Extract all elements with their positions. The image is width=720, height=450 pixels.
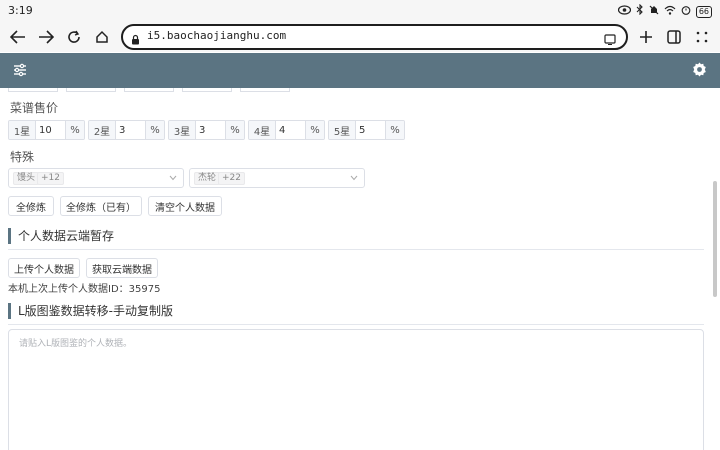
browser-toolbar: i5.baochaojianghu.com bbox=[0, 22, 720, 52]
new-tab-icon[interactable] bbox=[634, 25, 658, 49]
full-train-button[interactable]: 全修炼 bbox=[8, 196, 54, 216]
special-selects: 馒头 +12 杰轮 +22 bbox=[8, 168, 365, 188]
star-1-suffix: % bbox=[65, 121, 84, 139]
alarm-icon bbox=[681, 5, 691, 19]
star-3-suffix: % bbox=[225, 121, 244, 139]
url-text: i5.baochaojianghu.com bbox=[147, 29, 287, 42]
star-4-input[interactable]: 4 bbox=[276, 121, 305, 139]
address-bar[interactable]: i5.baochaojianghu.com bbox=[121, 24, 628, 50]
select-1-bonus-tag: +12 bbox=[37, 172, 64, 185]
last-upload-id: 本机上次上传个人数据ID：35975 bbox=[8, 284, 161, 295]
status-icons: 66 bbox=[617, 3, 712, 19]
menu-dots-icon[interactable] bbox=[690, 25, 714, 49]
eye-icon bbox=[617, 4, 631, 19]
upload-data-button[interactable]: 上传个人数据 bbox=[8, 258, 80, 278]
special-label: 特殊 bbox=[10, 150, 35, 164]
app-header bbox=[0, 53, 720, 88]
battery-icon: 66 bbox=[695, 5, 712, 18]
reload-icon[interactable] bbox=[62, 25, 86, 49]
star-5-suffix: % bbox=[385, 121, 404, 139]
chevron-down-icon bbox=[350, 174, 358, 184]
divider bbox=[8, 249, 704, 250]
forward-icon[interactable] bbox=[34, 25, 58, 49]
full-train-owned-button[interactable]: 全修炼（已有） bbox=[60, 196, 142, 216]
special-select-1[interactable]: 馒头 +12 bbox=[8, 168, 184, 188]
star-3-input[interactable]: 3 bbox=[196, 121, 225, 139]
star-4-prefix: 4星 bbox=[249, 121, 276, 139]
star-1-input[interactable]: 10 bbox=[36, 121, 65, 139]
special-select-2[interactable]: 杰轮 +22 bbox=[189, 168, 365, 188]
home-icon[interactable] bbox=[90, 25, 114, 49]
page-scrollbar[interactable] bbox=[713, 181, 717, 297]
select-1-name-tag: 馒头 bbox=[13, 172, 40, 185]
select-2-bonus-tag: +22 bbox=[218, 172, 245, 185]
star-2-input[interactable]: 3 bbox=[116, 121, 145, 139]
filter-menu-icon[interactable] bbox=[12, 62, 28, 82]
star-5-prefix: 5星 bbox=[329, 121, 356, 139]
clear-data-button[interactable]: 清空个人数据 bbox=[148, 196, 222, 216]
page-content: 菜谱售价 1星 10 % 2星 3 % 3星 3 % 4星 4 % 5星 5 %… bbox=[0, 88, 720, 450]
star-2-suffix: % bbox=[145, 121, 164, 139]
gear-icon[interactable] bbox=[691, 61, 708, 82]
star-1-prefix: 1星 bbox=[9, 121, 36, 139]
cloud-section-title: 个人数据云端暂存 bbox=[8, 228, 114, 244]
divider bbox=[8, 324, 704, 325]
back-icon[interactable] bbox=[6, 25, 30, 49]
star-1-group: 1星 10 % bbox=[8, 120, 85, 140]
status-bar: 3:19 66 bbox=[0, 0, 720, 22]
star-4-suffix: % bbox=[305, 121, 324, 139]
star-price-inputs: 1星 10 % 2星 3 % 3星 3 % 4星 4 % 5星 5 % bbox=[8, 120, 405, 140]
recipe-price-label: 菜谱售价 bbox=[10, 101, 59, 115]
lock-icon bbox=[131, 30, 140, 49]
chevron-down-icon bbox=[169, 174, 177, 184]
cast-icon[interactable] bbox=[604, 30, 616, 49]
star-5-group: 5星 5 % bbox=[328, 120, 405, 140]
bluetooth-icon bbox=[636, 3, 644, 19]
status-time: 3:19 bbox=[8, 4, 33, 17]
tabs-icon[interactable] bbox=[662, 25, 686, 49]
star-4-group: 4星 4 % bbox=[248, 120, 325, 140]
star-2-group: 2星 3 % bbox=[88, 120, 165, 140]
fetch-cloud-button[interactable]: 获取云端数据 bbox=[86, 258, 158, 278]
scrolled-row-remnant bbox=[8, 88, 298, 92]
wifi-icon bbox=[664, 5, 676, 19]
textarea-placeholder: 请贴入L版图鉴的个人数据。 bbox=[19, 339, 133, 349]
star-5-input[interactable]: 5 bbox=[356, 121, 385, 139]
mute-icon bbox=[649, 5, 659, 19]
star-3-prefix: 3星 bbox=[169, 121, 196, 139]
star-3-group: 3星 3 % bbox=[168, 120, 245, 140]
select-2-name-tag: 杰轮 bbox=[194, 172, 221, 185]
transfer-textarea[interactable]: 请贴入L版图鉴的个人数据。 bbox=[8, 329, 704, 450]
star-2-prefix: 2星 bbox=[89, 121, 116, 139]
transfer-section-title: L版图鉴数据转移-手动复制版 bbox=[8, 303, 173, 319]
